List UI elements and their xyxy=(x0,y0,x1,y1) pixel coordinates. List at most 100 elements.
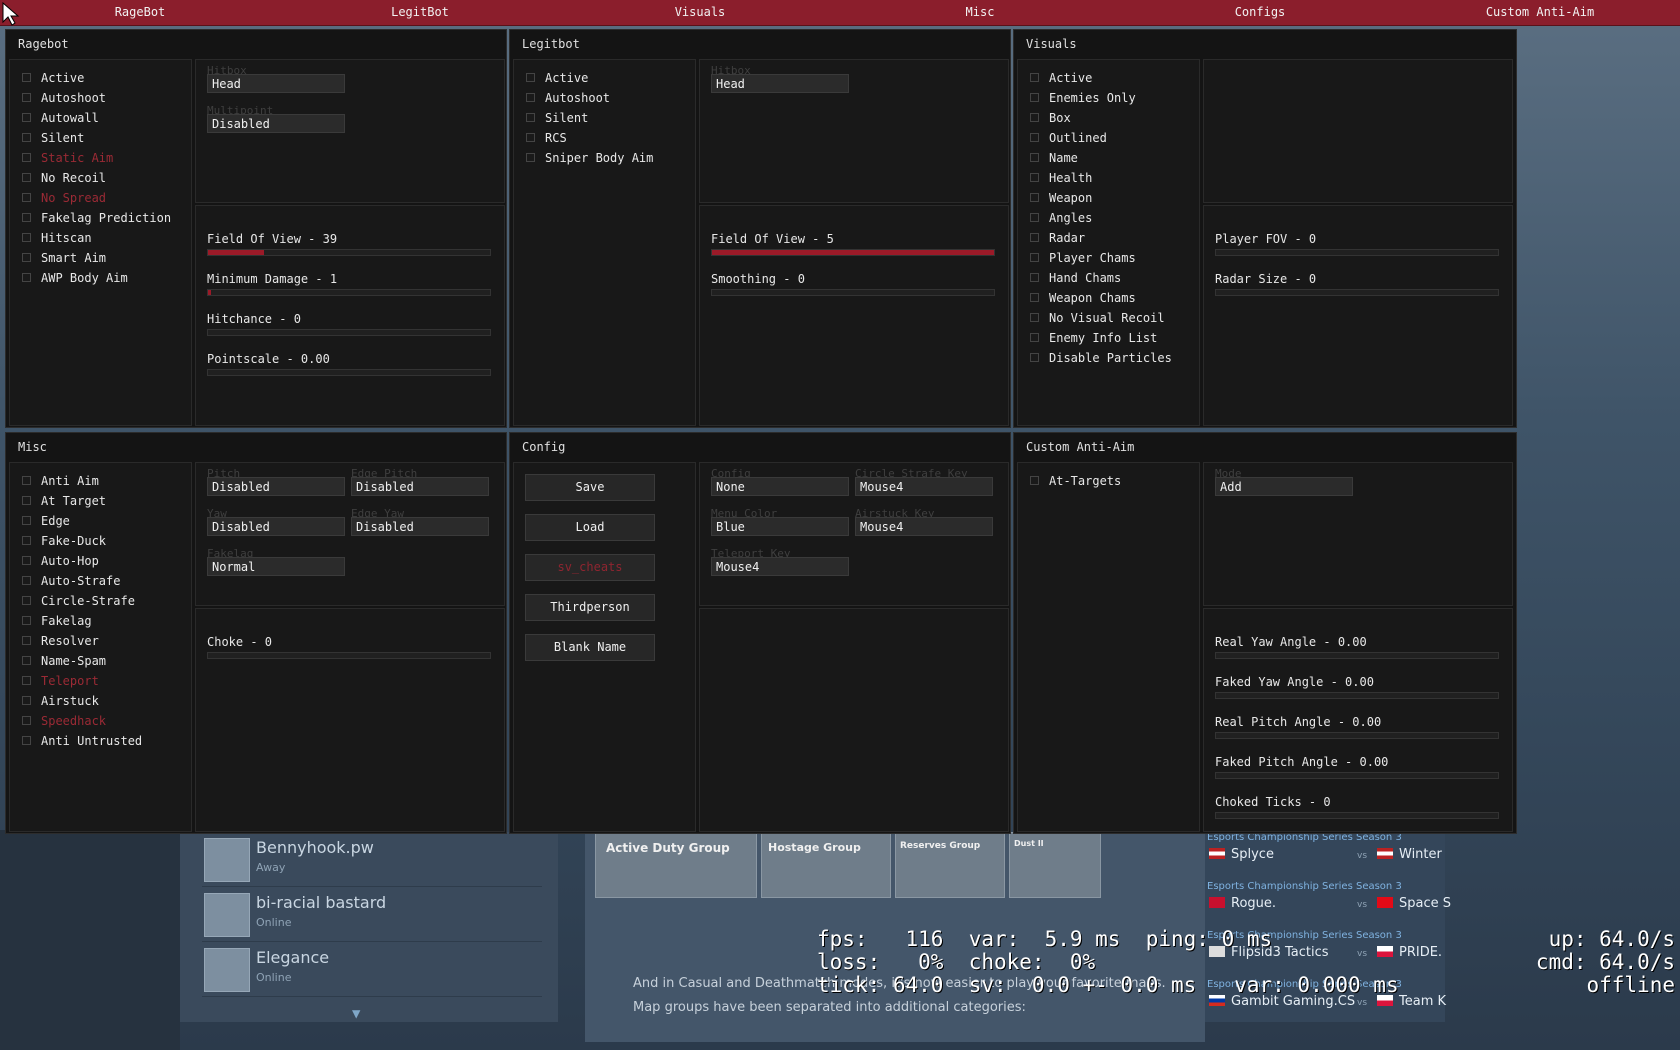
checkbox-square-icon[interactable] xyxy=(22,656,31,665)
thirdperson-button[interactable]: Thirdperson xyxy=(525,594,655,621)
checkbox-square-icon[interactable] xyxy=(1030,213,1039,222)
checkbox-square-icon[interactable] xyxy=(1030,293,1039,302)
checkbox-square-icon[interactable] xyxy=(22,576,31,585)
dropdown-value[interactable]: None xyxy=(711,477,849,496)
checkbox-square-icon[interactable] xyxy=(22,596,31,605)
slider-track[interactable] xyxy=(1215,249,1499,256)
match-item[interactable]: Esports Championship Series Season 3 Spl… xyxy=(1205,832,1445,880)
checkbox-label: Fake-Duck xyxy=(41,534,107,548)
dropdown-value[interactable]: Disabled xyxy=(351,517,489,536)
checkbox-square-icon[interactable] xyxy=(1030,113,1039,122)
dropdown-value[interactable]: Disabled xyxy=(207,114,345,133)
slider-track[interactable] xyxy=(1215,652,1499,659)
slider-track[interactable] xyxy=(1215,732,1499,739)
checkbox-square-icon[interactable] xyxy=(526,133,535,142)
checkbox-square-icon[interactable] xyxy=(1030,73,1039,82)
tab-legitbot[interactable]: LegitBot xyxy=(280,0,560,25)
dropdown-value[interactable]: Add xyxy=(1215,477,1353,496)
slider-track[interactable] xyxy=(207,329,491,336)
slider-track[interactable] xyxy=(1215,812,1499,819)
checkbox-square-icon[interactable] xyxy=(526,73,535,82)
checkbox-square-icon[interactable] xyxy=(22,616,31,625)
checkbox-square-icon[interactable] xyxy=(22,253,31,262)
team2: PRIDE. xyxy=(1377,945,1442,960)
checkbox-square-icon[interactable] xyxy=(526,153,535,162)
checkbox-square-icon[interactable] xyxy=(1030,193,1039,202)
checkbox-square-icon[interactable] xyxy=(22,113,31,122)
checkbox-square-icon[interactable] xyxy=(22,516,31,525)
checkbox-square-icon[interactable] xyxy=(1030,153,1039,162)
dropdown-value[interactable]: Normal xyxy=(207,557,345,576)
slider-track[interactable] xyxy=(711,289,995,296)
checkbox-square-icon[interactable] xyxy=(1030,253,1039,262)
checkbox-square-icon[interactable] xyxy=(22,233,31,242)
tab-ragebot[interactable]: RageBot xyxy=(0,0,280,25)
dropdown-value[interactable]: Mouse4 xyxy=(855,517,993,536)
tab-custom-anti-aim[interactable]: Custom Anti-Aim xyxy=(1400,0,1680,25)
checkbox-square-icon[interactable] xyxy=(22,476,31,485)
slider-track[interactable] xyxy=(207,369,491,376)
checkbox-square-icon[interactable] xyxy=(1030,333,1039,342)
slider-track[interactable] xyxy=(1215,289,1499,296)
checkbox-square-icon[interactable] xyxy=(1030,233,1039,242)
slider-track[interactable] xyxy=(1215,772,1499,779)
match-item[interactable]: Esports Championship Series Season 3 Rog… xyxy=(1205,881,1451,929)
checkbox-square-icon[interactable] xyxy=(1030,173,1039,182)
checkbox-square-icon[interactable] xyxy=(22,496,31,505)
chevron-down-icon[interactable]: ▼ xyxy=(352,1006,360,1022)
checkbox-square-icon[interactable] xyxy=(1030,353,1039,362)
checkbox-square-icon[interactable] xyxy=(526,93,535,102)
dropdown-value[interactable]: Disabled xyxy=(207,517,345,536)
ragebot-panel: Ragebot Active Autoshoot Autowall Silent Sta… xyxy=(5,29,507,428)
checkbox-square-icon[interactable] xyxy=(22,193,31,202)
dropdown-value[interactable]: Disabled xyxy=(207,477,345,496)
dropdown-value[interactable]: Mouse4 xyxy=(855,477,993,496)
checkbox-square-icon[interactable] xyxy=(526,113,535,122)
checkbox-square-icon[interactable] xyxy=(22,736,31,745)
checkbox-square-icon[interactable] xyxy=(1030,133,1039,142)
checkbox-square-icon[interactable] xyxy=(22,73,31,82)
map-group-tile[interactable]: Reserves Group xyxy=(895,832,1005,898)
checkbox-square-icon[interactable] xyxy=(1030,313,1039,322)
dropdown-value[interactable]: Disabled xyxy=(351,477,489,496)
checkbox-square-icon[interactable] xyxy=(22,213,31,222)
map-group-tile[interactable]: Dust II xyxy=(1009,832,1101,898)
friend-item[interactable]: bi-racial bastard Online xyxy=(202,887,542,942)
slider-track[interactable] xyxy=(711,249,995,256)
checkbox-square-icon[interactable] xyxy=(22,716,31,725)
friend-item[interactable]: Bennyhook.pw Away xyxy=(202,832,542,887)
checkbox-square-icon[interactable] xyxy=(22,133,31,142)
checkbox-square-icon[interactable] xyxy=(22,696,31,705)
slider-track[interactable] xyxy=(1215,692,1499,699)
slider-track[interactable] xyxy=(207,652,491,659)
tab-configs[interactable]: Configs xyxy=(1120,0,1400,25)
dropdown-value[interactable]: Head xyxy=(711,74,849,93)
map-group-tile[interactable]: Hostage Group xyxy=(761,832,891,898)
match-league: Esports Championship Series Season 3 xyxy=(1207,881,1402,892)
dropdown-value[interactable]: Blue xyxy=(711,517,849,536)
load-button[interactable]: Load xyxy=(525,514,655,541)
checkbox-square-icon[interactable] xyxy=(22,556,31,565)
checkbox-square-icon[interactable] xyxy=(22,153,31,162)
checkbox-label: Enemies Only xyxy=(1049,91,1136,105)
slider-track[interactable] xyxy=(207,289,491,296)
friend-item[interactable]: Elegance Online xyxy=(202,942,542,997)
checkbox-square-icon[interactable] xyxy=(22,676,31,685)
tab-visuals[interactable]: Visuals xyxy=(560,0,840,25)
checkbox-square-icon[interactable] xyxy=(22,273,31,282)
checkbox-square-icon[interactable] xyxy=(1030,476,1039,485)
checkbox-square-icon[interactable] xyxy=(1030,273,1039,282)
checkbox-square-icon[interactable] xyxy=(1030,93,1039,102)
sv-cheats-button[interactable]: sv_cheats xyxy=(525,554,655,581)
dropdown-value[interactable]: Mouse4 xyxy=(711,557,849,576)
checkbox-square-icon[interactable] xyxy=(22,93,31,102)
checkbox-square-icon[interactable] xyxy=(22,636,31,645)
blank-name-button[interactable]: Blank Name xyxy=(525,634,655,661)
checkbox-square-icon[interactable] xyxy=(22,173,31,182)
save-button[interactable]: Save xyxy=(525,474,655,501)
checkbox-square-icon[interactable] xyxy=(22,536,31,545)
map-group-tile[interactable]: Active Duty Group xyxy=(595,832,757,898)
tab-misc[interactable]: Misc xyxy=(840,0,1120,25)
dropdown-value[interactable]: Head xyxy=(207,74,345,93)
slider-track[interactable] xyxy=(207,249,491,256)
